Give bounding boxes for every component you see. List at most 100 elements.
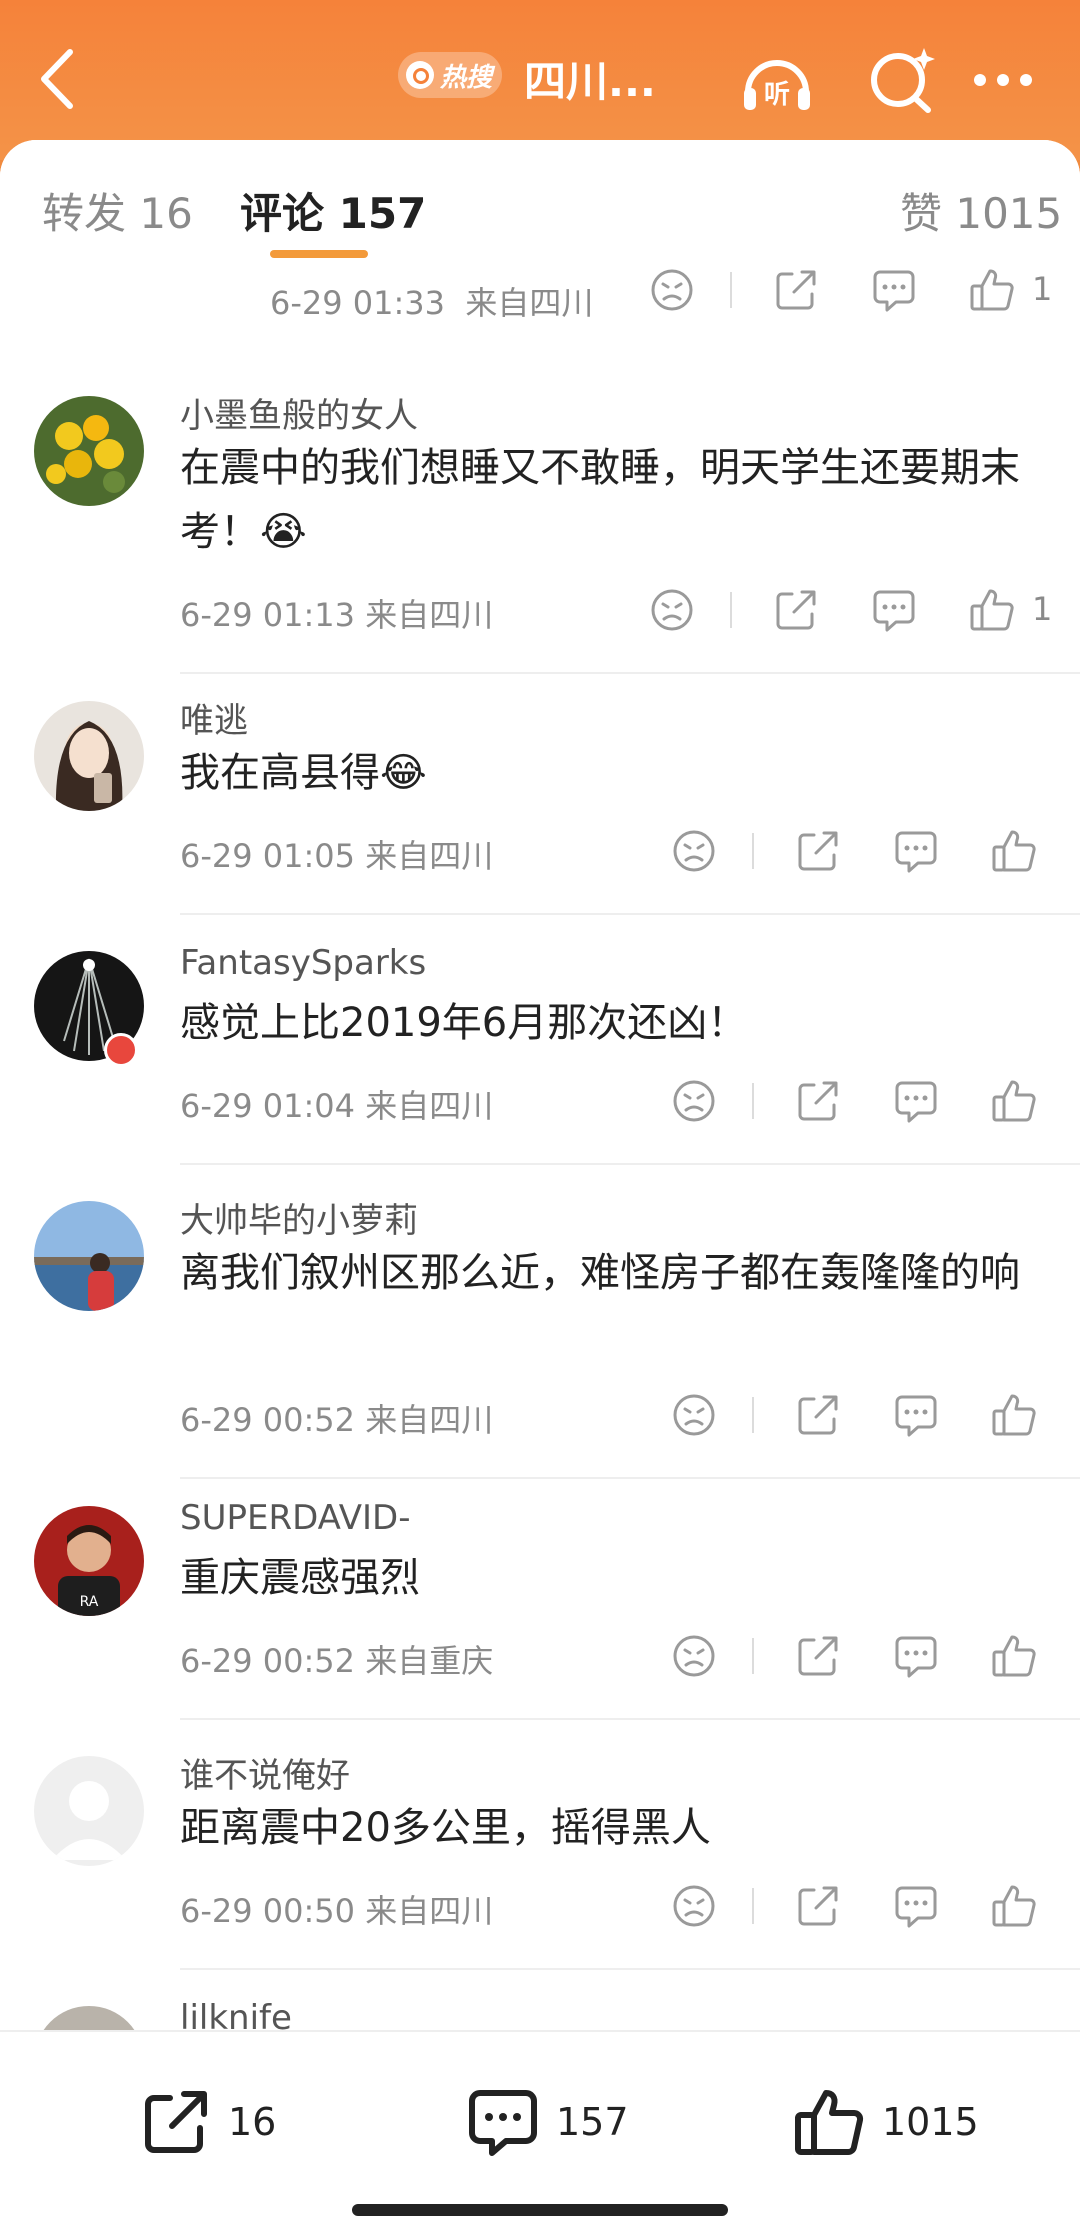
back-icon[interactable]	[34, 44, 84, 114]
comment-divider	[180, 672, 1080, 674]
share-icon[interactable]	[794, 1077, 842, 1125]
comment-username[interactable]: 唯逃	[180, 693, 248, 742]
comment-location: 来自四川	[365, 1892, 494, 1930]
share-icon[interactable]	[772, 586, 820, 634]
like-icon[interactable]	[968, 266, 1016, 314]
comment-meta: 6-29 00:52 来自四川	[180, 1395, 493, 1441]
repost-button[interactable]: 16	[140, 2082, 276, 2162]
action-separator	[752, 1888, 754, 1924]
tab-bar: 转发 16 评论 157 赞 1015	[0, 140, 1080, 266]
content-sheet: 转发 16 评论 157 赞 1015 6-29 01:33 来自四川 1 小墨…	[0, 140, 1080, 2233]
like-count: 1015	[882, 2100, 979, 2144]
share-icon[interactable]	[794, 1632, 842, 1680]
like-icon[interactable]	[968, 586, 1016, 634]
comment-location: 来自四川	[365, 1087, 494, 1125]
comment-meta: 6-29 01:05 来自四川	[180, 831, 493, 877]
comment-time: 6-29 01:33	[270, 284, 446, 322]
listen-icon[interactable]: 听	[736, 40, 818, 122]
avatar[interactable]	[34, 1201, 144, 1311]
dislike-icon[interactable]	[670, 1632, 718, 1680]
comment-divider	[180, 1163, 1080, 1165]
comment-divider	[180, 1968, 1080, 1970]
action-separator	[752, 1397, 754, 1433]
repost-icon	[145, 2091, 207, 2153]
action-separator	[752, 1083, 754, 1119]
comment-list[interactable]: 6-29 01:33 来自四川 1 小墨鱼般的女人在震中的我们想睡又不敢睡，明天…	[0, 266, 1080, 2171]
avatar[interactable]: RA	[34, 1506, 144, 1616]
comment-location: 来自四川	[465, 284, 594, 322]
comment-location: 来自四川	[365, 596, 494, 634]
share-icon[interactable]	[772, 266, 820, 314]
comment-text: 离我们叙州区那么近，难怪房子都在轰隆隆的响	[180, 1250, 1020, 1296]
thumbs-up-icon	[795, 2090, 864, 2155]
dislike-icon[interactable]	[670, 1391, 718, 1439]
avatar[interactable]	[34, 1756, 144, 1866]
reply-icon[interactable]	[892, 1391, 940, 1439]
comment-username[interactable]: 大帅毕的小萝莉	[180, 1193, 418, 1242]
search-sparkle-icon[interactable]	[862, 40, 944, 122]
comment-text: 在震中的我们想睡又不敢睡，明天学生还要期末考！😭	[180, 445, 1020, 555]
comment-time: 6-29 01:05	[180, 837, 356, 875]
dislike-icon[interactable]	[648, 586, 696, 634]
comment-divider	[180, 1718, 1080, 1720]
listen-label: 听	[764, 80, 790, 110]
action-separator	[752, 1638, 754, 1674]
verified-badge	[104, 1033, 138, 1067]
share-icon[interactable]	[794, 1882, 842, 1930]
more-icon[interactable]	[962, 40, 1044, 122]
action-separator	[730, 592, 732, 628]
comment-text: 感觉上比2019年6月那次还凶！	[180, 1000, 748, 1046]
dislike-icon[interactable]	[670, 1077, 718, 1125]
search-icon	[406, 61, 434, 89]
like-icon[interactable]	[990, 827, 1038, 875]
hot-search-badge[interactable]: 热搜	[398, 52, 502, 98]
reply-icon[interactable]	[892, 1077, 940, 1125]
comment-username[interactable]: 小墨鱼般的女人	[180, 388, 418, 437]
tab-like[interactable]: 赞 1015	[900, 180, 1062, 241]
comment-like-count: 1	[1032, 590, 1053, 628]
like-icon[interactable]	[990, 1882, 1038, 1930]
dislike-icon[interactable]	[670, 827, 718, 875]
comment-button[interactable]: 157	[466, 2082, 629, 2162]
comment-location: 来自重庆	[365, 1642, 494, 1680]
like-icon[interactable]	[990, 1391, 1038, 1439]
top-header: 热搜 四川... 听	[0, 0, 1080, 160]
comment-count: 157	[556, 2100, 629, 2144]
comment-text: 重庆震感强烈	[180, 1555, 420, 1601]
dislike-icon[interactable]	[670, 1882, 718, 1930]
tab-underline	[270, 250, 368, 258]
home-indicator	[352, 2204, 728, 2216]
like-icon[interactable]	[990, 1632, 1038, 1680]
tab-repost[interactable]: 转发 16	[42, 180, 193, 241]
reply-icon[interactable]	[892, 1632, 940, 1680]
reply-icon[interactable]	[892, 1882, 940, 1930]
dislike-icon[interactable]	[648, 266, 696, 314]
avatar[interactable]	[34, 701, 144, 811]
comment-location: 来自四川	[365, 837, 494, 875]
reply-icon[interactable]	[892, 827, 940, 875]
reply-icon[interactable]	[870, 266, 918, 314]
reply-icon[interactable]	[870, 586, 918, 634]
share-icon[interactable]	[794, 1391, 842, 1439]
like-icon[interactable]	[990, 1077, 1038, 1125]
comment-location: 来自四川	[365, 1401, 494, 1439]
like-button[interactable]: 1015	[792, 2082, 979, 2162]
svg-text:RA: RA	[80, 1594, 99, 1610]
comment-time: 6-29 01:13	[180, 596, 356, 634]
comment-time: 6-29 00:52	[180, 1642, 356, 1680]
repost-count: 16	[228, 2100, 277, 2144]
comment-time: 6-29 01:04	[180, 1087, 356, 1125]
hot-search-label: 热搜	[440, 62, 493, 93]
comment-username[interactable]: FantasySparks	[180, 943, 426, 983]
comment-meta: 6-29 00:50 来自四川	[180, 1886, 493, 1932]
share-icon[interactable]	[794, 827, 842, 875]
comment-username[interactable]: 谁不说俺好	[180, 1748, 350, 1797]
comment-time: 6-29 00:50	[180, 1892, 356, 1930]
comment-meta: 6-29 01:04 来自四川	[180, 1081, 493, 1127]
action-separator	[752, 833, 754, 869]
avatar[interactable]	[34, 396, 144, 506]
comment-meta: 6-29 00:52 来自重庆	[180, 1636, 493, 1682]
comment-username[interactable]: SUPERDAVID-	[180, 1498, 410, 1538]
tab-comment[interactable]: 评论 157	[240, 180, 426, 241]
comment-divider	[180, 913, 1080, 915]
